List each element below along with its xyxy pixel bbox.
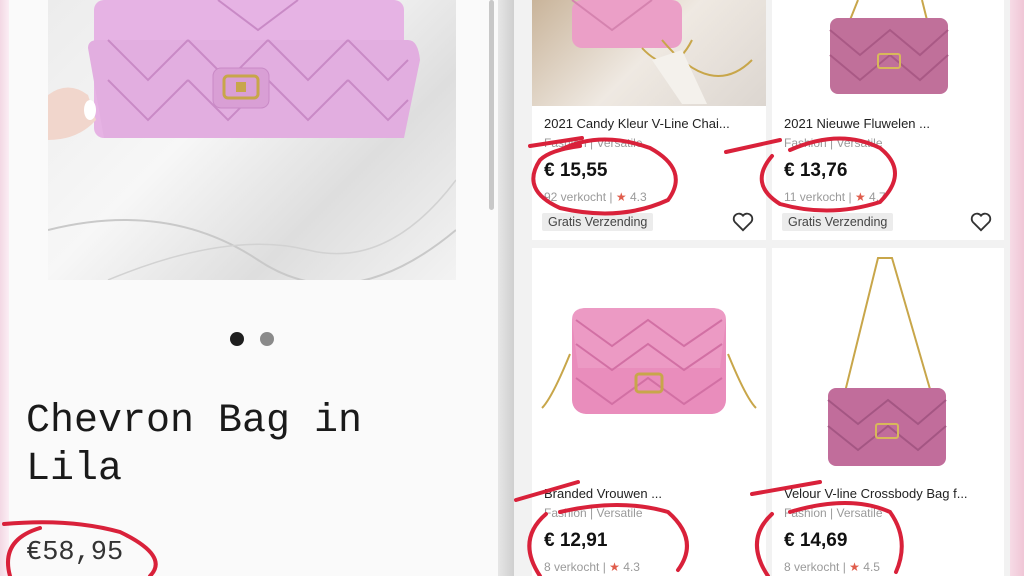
product-tags: Fashion | Versatile <box>544 506 643 520</box>
star-icon: ★ <box>609 560 620 574</box>
sold-count: 11 verkocht | <box>784 190 855 204</box>
sales-rating: 8 verkocht | ★ 4.3 <box>544 560 640 574</box>
product-price: € 12,91 <box>544 530 608 551</box>
product-image[interactable] <box>48 0 456 280</box>
sold-count: 8 verkocht | <box>784 560 850 574</box>
star-icon: ★ <box>849 560 860 574</box>
product-thumbnail[interactable] <box>532 0 766 106</box>
sold-count: 92 verkocht | <box>544 190 616 204</box>
product-price: € 13,76 <box>784 160 848 181</box>
rating-value: 4.5 <box>863 560 880 574</box>
product-thumbnail[interactable] <box>772 248 1004 478</box>
product-thumbnail[interactable] <box>532 248 766 478</box>
product-card[interactable]: Branded Vrouwen ... Fashion | Versatile … <box>532 248 766 576</box>
product-price: €58,95 <box>26 538 124 568</box>
product-title[interactable]: Branded Vrouwen ... <box>544 486 662 501</box>
heart-icon[interactable] <box>970 212 992 232</box>
bag-illustration <box>48 0 456 280</box>
product-tags: Fashion | Versatile <box>544 136 643 150</box>
heart-icon[interactable] <box>732 212 754 232</box>
scrollbar[interactable] <box>489 0 494 210</box>
sales-rating: 11 verkocht | ★ 4.7 <box>784 190 886 204</box>
rating-value: 4.3 <box>629 190 647 204</box>
sales-rating: 92 verkocht | ★ 4.3 <box>544 190 647 204</box>
product-title: Chevron Bag in Lila <box>26 399 363 492</box>
panel-divider <box>498 0 514 576</box>
panel-edge <box>0 0 9 576</box>
star-icon: ★ <box>615 190 627 204</box>
carousel-dot-active[interactable] <box>230 332 244 346</box>
free-shipping-badge: Gratis Verzending <box>542 213 654 231</box>
product-card[interactable]: 2021 Candy Kleur V-Line Chai... Fashion … <box>532 0 766 240</box>
carousel-dot[interactable] <box>260 332 274 346</box>
rating-value: 4.7 <box>869 190 886 204</box>
product-tags: Fashion | Versatile <box>784 136 883 150</box>
product-price: € 15,55 <box>544 160 608 181</box>
product-grid: 2021 Candy Kleur V-Line Chai... Fashion … <box>514 0 1010 576</box>
rating-value: 4.3 <box>623 560 640 574</box>
product-title[interactable]: 2021 Candy Kleur V-Line Chai... <box>544 116 730 131</box>
product-detail-panel: Chevron Bag in Lila €58,95 <box>0 0 498 576</box>
product-card[interactable]: 2021 Nieuwe Fluwelen ... Fashion | Versa… <box>772 0 1004 240</box>
product-title[interactable]: Velour V-line Crossbody Bag f... <box>784 486 968 501</box>
star-icon: ★ <box>854 190 866 204</box>
free-shipping-badge: Gratis Verzending <box>782 213 894 231</box>
product-tags: Fashion | Versatile <box>784 506 883 520</box>
product-price: € 14,69 <box>784 530 848 551</box>
sales-rating: 8 verkocht | ★ 4.5 <box>784 560 880 574</box>
product-title[interactable]: 2021 Nieuwe Fluwelen ... <box>784 116 930 131</box>
panel-edge <box>1010 0 1024 576</box>
sold-count: 8 verkocht | <box>544 560 610 574</box>
product-thumbnail[interactable] <box>772 0 1004 106</box>
product-card[interactable]: Velour V-line Crossbody Bag f... Fashion… <box>772 248 1004 576</box>
